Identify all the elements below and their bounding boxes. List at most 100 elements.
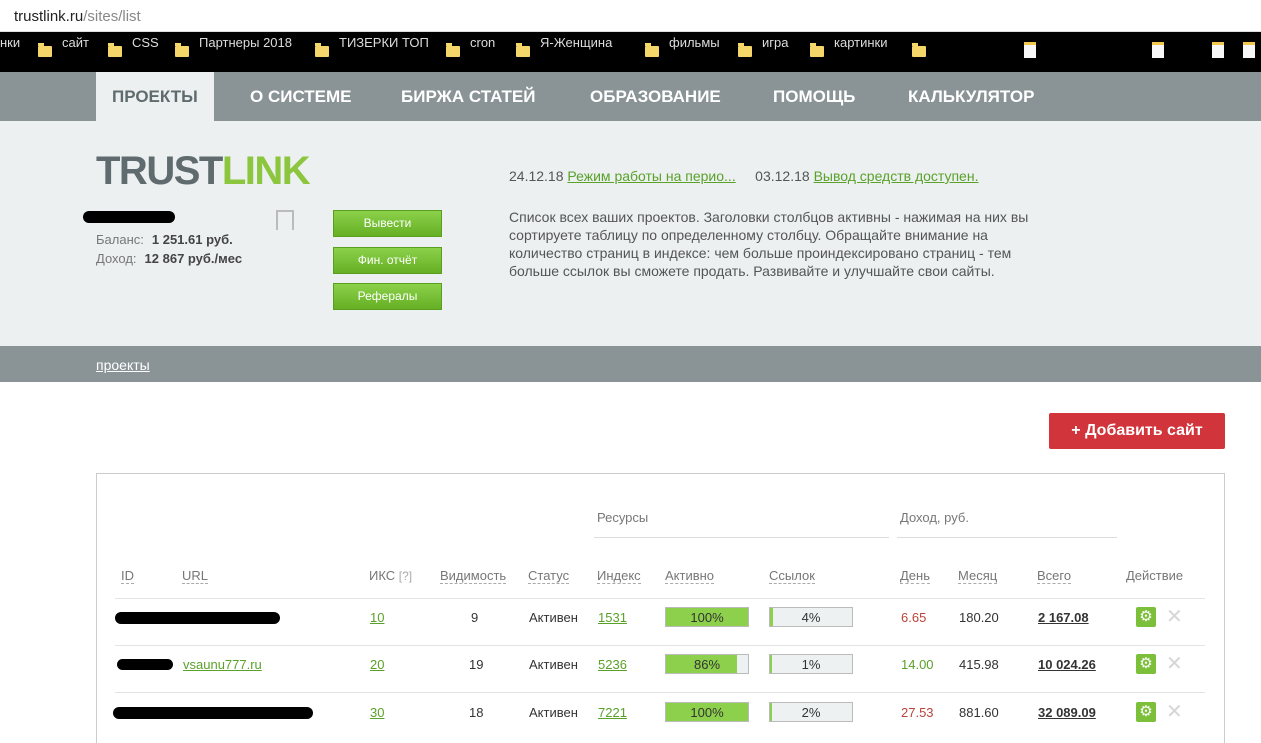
news-link[interactable]: Вывод средств доступен. — [814, 168, 979, 184]
iks-value[interactable]: 30 — [370, 705, 384, 720]
row-divider — [115, 598, 1205, 599]
status-value: Активен — [529, 657, 578, 672]
day-income: 27.53 — [901, 705, 934, 720]
bookmark-folder[interactable] — [912, 43, 936, 60]
links-progress: 1% — [769, 654, 853, 674]
index-value[interactable]: 5236 — [598, 657, 627, 672]
active-progress: 86% — [665, 654, 749, 674]
breadcrumb: проекты — [0, 346, 1261, 382]
folder-icon — [38, 43, 52, 57]
folder-icon — [912, 43, 926, 57]
bookmark-folder[interactable]: игра — [738, 35, 788, 60]
folder-icon — [446, 43, 460, 57]
bookmark-folder[interactable]: сайт — [38, 35, 89, 60]
bookmark-page-icon[interactable] — [1024, 42, 1036, 58]
bookmark-folder[interactable]: Партнеры 2018 — [175, 35, 292, 60]
iks-value[interactable]: 10 — [370, 610, 384, 625]
col-active[interactable]: Активно — [665, 568, 715, 584]
bookmark-folder[interactable]: Я-Женщина — [516, 35, 612, 60]
gear-icon[interactable]: ⚙ — [1136, 607, 1156, 627]
nav-education[interactable]: Образование — [590, 72, 721, 121]
add-site-button[interactable]: + Добавить сайт — [1049, 413, 1225, 449]
nav-calculator[interactable]: Калькулятор — [908, 72, 1034, 121]
visibility-value: 18 — [469, 705, 484, 720]
bookmark-page-icon[interactable] — [1243, 42, 1255, 58]
nav-help[interactable]: Помощь — [773, 72, 855, 121]
row-divider — [115, 692, 1205, 693]
col-links[interactable]: Ссылок — [769, 568, 815, 584]
redacted-username — [83, 211, 175, 223]
group-resources: Ресурсы — [597, 510, 649, 525]
bookmark-item[interactable]: нки — [0, 35, 20, 60]
bookmark-folder[interactable]: CSS — [108, 35, 159, 60]
redacted-site — [113, 707, 313, 719]
close-icon[interactable]: ✕ — [1166, 607, 1183, 627]
col-index[interactable]: Индекс — [597, 568, 641, 584]
bookmark-page-icon[interactable] — [1212, 42, 1224, 58]
projects-table: Ресурсы Доход, руб. ID URL ИКС [?] Видим… — [96, 473, 1225, 743]
address-url[interactable]: trustlink.ru/sites/list — [14, 8, 141, 25]
iks-help-icon[interactable]: [?] — [399, 569, 412, 583]
financial-report-button[interactable]: Фин. отчёт — [333, 247, 442, 274]
row-divider — [115, 645, 1205, 646]
bookmark-folder[interactable]: фильмы — [645, 35, 720, 60]
total-income[interactable]: 10 024.26 — [1038, 657, 1096, 672]
col-status[interactable]: Статус — [528, 568, 570, 584]
index-value[interactable]: 1531 — [598, 610, 627, 625]
status-value: Активен — [529, 610, 578, 625]
url-path: /sites/list — [83, 8, 141, 25]
bookmark-folder[interactable]: cron — [446, 35, 495, 60]
nav-projects[interactable]: Проекты — [96, 72, 214, 121]
col-day[interactable]: День — [900, 568, 930, 584]
visibility-value: 9 — [471, 610, 479, 625]
main-nav: Проекты О системе Биржа статей Образован… — [0, 72, 1261, 121]
bookmark-folder[interactable]: ТИЗЕРКИ ТОП — [315, 35, 429, 60]
nav-articles-exchange[interactable]: Биржа статей — [401, 72, 535, 121]
income-value: 12 867 руб./мес — [144, 251, 243, 266]
balance-value: 1 251.61 руб. — [151, 232, 233, 247]
balance-row: Баланс: 1 251.61 руб. — [96, 232, 233, 247]
group-income: Доход, руб. — [900, 510, 969, 525]
col-month[interactable]: Месяц — [958, 568, 998, 584]
status-value: Активен — [529, 705, 578, 720]
income-label: Доход: — [96, 251, 137, 266]
account-panel: TRUSTLINK Баланс: 1 251.61 руб. Доход: 12 … — [0, 121, 1261, 346]
day-income: 6.65 — [901, 610, 927, 625]
news-date: 03.12.18 — [755, 168, 810, 184]
gear-icon[interactable]: ⚙ — [1136, 654, 1156, 674]
active-progress: 100% — [665, 607, 749, 627]
col-visibility[interactable]: Видимость — [440, 568, 507, 584]
logout-icon[interactable] — [276, 210, 294, 230]
col-url[interactable]: URL — [182, 568, 209, 584]
folder-icon — [108, 43, 122, 57]
folder-icon — [738, 43, 752, 57]
folder-icon — [810, 43, 824, 57]
total-income[interactable]: 32 089.09 — [1038, 705, 1096, 720]
gear-icon[interactable]: ⚙ — [1136, 702, 1156, 722]
bookmark-folder[interactable]: картинки — [810, 35, 888, 60]
address-bar[interactable]: trustlink.ru/sites/list — [0, 0, 1261, 32]
folder-icon — [315, 43, 329, 57]
nav-about[interactable]: О системе — [250, 72, 352, 121]
referrals-button[interactable]: Рефералы — [333, 283, 442, 310]
col-iks[interactable]: ИКС [?] — [369, 568, 412, 583]
iks-value[interactable]: 20 — [370, 657, 384, 672]
col-id[interactable]: ID — [121, 568, 134, 584]
day-income: 14.00 — [901, 657, 934, 672]
news-date: 24.12.18 — [509, 168, 564, 184]
close-icon[interactable]: ✕ — [1166, 702, 1183, 722]
bookmark-page-icon[interactable] — [1152, 42, 1164, 58]
trustlink-logo[interactable]: TRUSTLINK — [96, 149, 311, 194]
breadcrumb-projects[interactable]: проекты — [96, 357, 150, 373]
total-income[interactable]: 2 167.08 — [1038, 610, 1089, 625]
month-income: 180.20 — [959, 610, 999, 625]
news-link[interactable]: Режим работы на перио... — [567, 168, 735, 184]
withdraw-button[interactable]: Вывести — [333, 210, 442, 237]
folder-icon — [645, 43, 659, 57]
index-value[interactable]: 7221 — [598, 705, 627, 720]
site-url[interactable]: vsaunu777.ru — [183, 657, 262, 672]
col-total[interactable]: Всего — [1037, 568, 1072, 584]
links-progress: 4% — [769, 607, 853, 627]
group-divider — [897, 537, 1117, 538]
close-icon[interactable]: ✕ — [1166, 654, 1183, 674]
